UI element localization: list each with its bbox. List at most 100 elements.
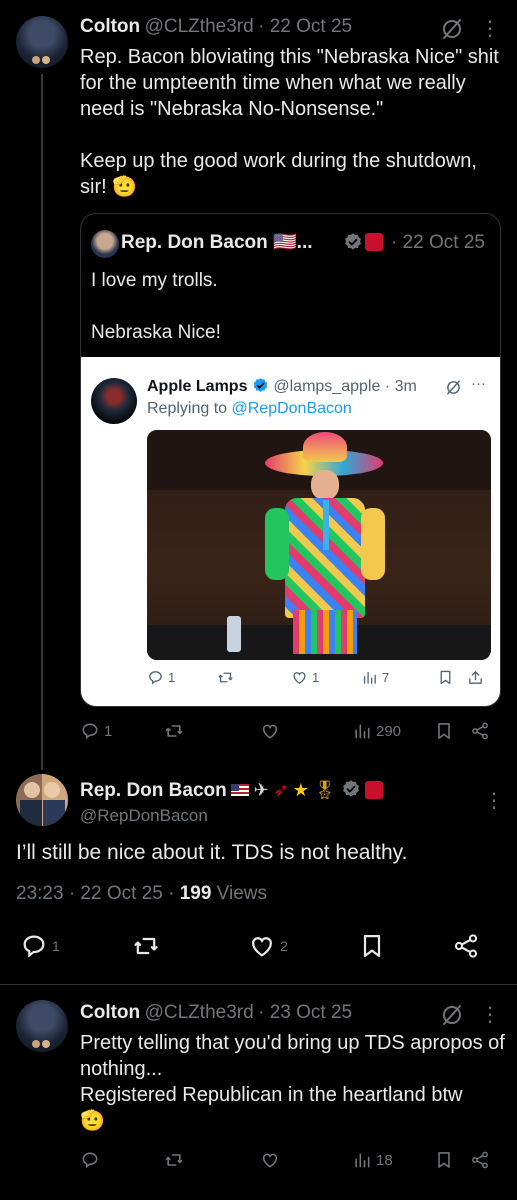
author-name[interactable]: Colton xyxy=(80,1002,140,1023)
replying-to-label: Replying to xyxy=(147,400,232,417)
repost-button[interactable] xyxy=(132,932,248,960)
post-timestamp[interactable]: 23:23 · 22 Oct 25 · xyxy=(16,883,180,904)
jet-icon: ➶ xyxy=(273,780,289,800)
quoted-post-time: · 22 Oct 25 xyxy=(391,232,485,253)
like-icon xyxy=(260,721,280,741)
divider xyxy=(0,984,517,985)
avatar xyxy=(91,230,119,258)
grok-icon[interactable] xyxy=(440,17,464,41)
post-time[interactable]: · 23 Oct 25 xyxy=(258,1002,352,1023)
reply-count: 1 xyxy=(104,722,113,740)
bookmark-button[interactable] xyxy=(434,1150,470,1170)
views-count: 7 xyxy=(382,670,390,685)
like-button: 1 xyxy=(291,669,361,686)
like-icon xyxy=(248,932,276,960)
reply-button[interactable]: 1 xyxy=(20,932,132,960)
views-count: 18 xyxy=(376,1151,393,1169)
post-actions: 1 290 xyxy=(80,721,505,741)
reply-button: 1 xyxy=(147,669,217,686)
post-text: I’ll still be nice about it. TDS is not … xyxy=(16,841,408,864)
medal-icon: 🎖 xyxy=(313,780,337,800)
repost-icon xyxy=(164,1150,184,1170)
repost-button xyxy=(217,669,291,686)
reply-count: 1 xyxy=(168,670,176,685)
views-count: 290 xyxy=(376,722,402,740)
reply-icon xyxy=(20,932,48,960)
avatar[interactable] xyxy=(16,1000,68,1052)
reply-button[interactable]: 1 xyxy=(80,721,164,741)
post-text: Rep. Bacon bloviating this "Nebraska Nic… xyxy=(80,46,499,198)
affiliate-badge-icon xyxy=(365,233,383,251)
repost-button[interactable] xyxy=(164,721,260,741)
views-label: Views xyxy=(211,883,268,904)
author-name[interactable]: Rep. Don Bacon xyxy=(80,780,227,801)
views-icon xyxy=(361,669,378,686)
avatar xyxy=(91,378,137,424)
photo xyxy=(147,430,491,660)
affiliate-badge-icon xyxy=(365,781,384,799)
reply-icon xyxy=(80,721,100,741)
share-button[interactable] xyxy=(470,1150,490,1170)
post-header: Colton @CLZthe3rd · 23 Oct 25 xyxy=(80,1002,352,1024)
verified-icon xyxy=(343,232,363,252)
reply-count: 1 xyxy=(52,938,60,954)
reply-icon xyxy=(80,1150,100,1170)
post-text: Pretty telling that you'd bring up TDS a… xyxy=(80,1032,505,1132)
views-button: 7 xyxy=(361,669,437,686)
like-button[interactable] xyxy=(260,721,352,741)
quoted-screenshot: Apple Lamps @lamps_apple · 3m ··· Replyi… xyxy=(81,357,500,706)
more-icon[interactable]: ⋮ xyxy=(484,788,504,813)
like-icon xyxy=(260,1150,280,1170)
more-icon[interactable]: ⋮ xyxy=(480,1002,500,1028)
post-meta: 23:23 · 22 Oct 25 · 199 Views xyxy=(16,883,267,905)
like-button[interactable]: 2 xyxy=(248,932,358,960)
share-icon xyxy=(452,932,480,960)
grok-icon xyxy=(445,379,462,396)
author-handle[interactable]: @CLZthe3rd xyxy=(145,16,254,37)
share-button[interactable] xyxy=(452,932,480,960)
views-count: 199 xyxy=(179,883,212,904)
share-icon xyxy=(470,721,490,741)
author-handle[interactable]: @CLZthe3rd xyxy=(145,1002,254,1023)
grok-icon[interactable] xyxy=(440,1003,464,1027)
bookmark-icon xyxy=(437,669,454,686)
us-flag-icon xyxy=(231,784,250,796)
avatar[interactable] xyxy=(16,16,68,68)
bookmark-icon xyxy=(434,721,454,741)
share-icon xyxy=(470,1150,490,1170)
share-button xyxy=(467,669,484,686)
like-count: 1 xyxy=(312,670,320,685)
repost-button[interactable] xyxy=(164,1150,260,1170)
share-button[interactable] xyxy=(470,721,490,741)
bookmark-button xyxy=(437,669,467,686)
views-button[interactable]: 290 xyxy=(352,721,434,741)
quoted-post-text: I love my trolls. Nebraska Nice! xyxy=(91,270,221,343)
repost-icon xyxy=(217,669,234,686)
bookmark-icon xyxy=(358,932,386,960)
embedded-handle: @lamps_apple xyxy=(273,378,381,395)
more-icon[interactable]: ⋮ xyxy=(480,16,500,42)
post-header: Rep. Don Bacon ✈ ➶ ★ 🎖 xyxy=(80,779,384,802)
airplane-icon: ✈ xyxy=(253,780,269,800)
views-icon xyxy=(352,721,372,741)
post-actions: 18 xyxy=(80,1150,505,1170)
bookmark-icon xyxy=(434,1150,454,1170)
like-icon xyxy=(291,669,308,686)
views-button[interactable]: 18 xyxy=(352,1150,434,1170)
author-name[interactable]: Colton xyxy=(80,16,140,37)
post-time[interactable]: · 22 Oct 25 xyxy=(258,16,352,37)
bookmark-button[interactable] xyxy=(434,721,470,741)
embedded-time: · 3m xyxy=(384,378,417,395)
thread-line xyxy=(41,74,43,770)
repost-icon xyxy=(164,721,184,741)
star-icon: ★ xyxy=(292,780,309,800)
verified-icon xyxy=(341,779,361,799)
avatar[interactable] xyxy=(16,774,68,826)
post-actions: 1 2 xyxy=(20,932,500,960)
reply-button[interactable] xyxy=(80,1150,164,1170)
like-button[interactable] xyxy=(260,1150,352,1170)
more-icon: ··· xyxy=(471,375,486,392)
bookmark-button[interactable] xyxy=(358,932,452,960)
author-handle[interactable]: @RepDonBacon xyxy=(80,806,208,826)
quoted-post[interactable]: Rep. Don Bacon 🇺🇸... · 22 Oct 25 I love … xyxy=(80,213,501,707)
